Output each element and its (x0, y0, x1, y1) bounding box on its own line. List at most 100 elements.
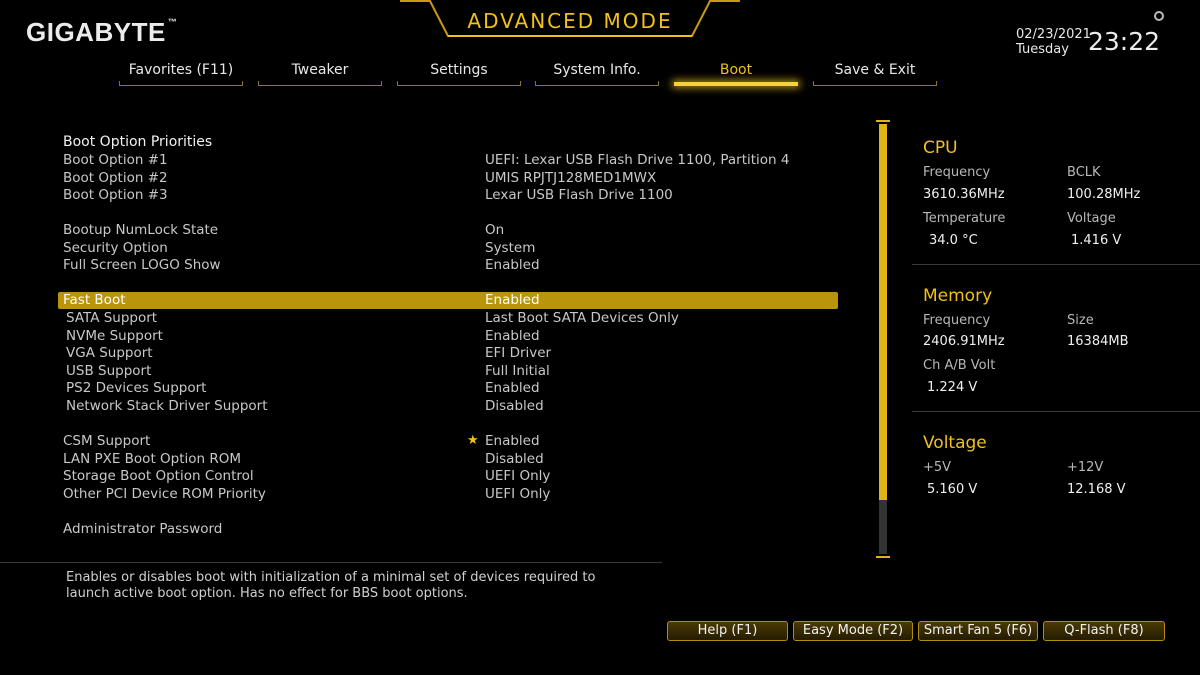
star-icon: ★ (467, 433, 479, 448)
side-divider (912, 411, 1200, 412)
easy-mode-button[interactable]: Easy Mode (F2) (793, 621, 913, 641)
memory-frequency-label: Frequency (923, 313, 991, 328)
memory-frequency-value: 2406.91MHz (923, 334, 1005, 349)
boot-option-2-row[interactable]: Boot Option #2 UMIS RPJTJ128MED1MWX (58, 170, 838, 187)
tab-underline (535, 81, 659, 86)
memory-size-value: 16384MB (1067, 334, 1129, 349)
tab-tweaker[interactable]: Tweaker (258, 62, 382, 86)
tab-underline (258, 81, 382, 86)
help-line-1: Enables or disables boot with initializa… (66, 570, 596, 585)
tab-boot[interactable]: Boot (674, 62, 798, 86)
setting-value: Enabled (485, 292, 540, 308)
day-text: Tuesday (1016, 42, 1069, 57)
scrollbar-thumb[interactable] (879, 124, 887, 500)
setting-value: Last Boot SATA Devices Only (485, 310, 679, 326)
help-divider (0, 562, 662, 563)
setting-value: EFI Driver (485, 345, 552, 361)
tab-underline (674, 82, 798, 86)
setting-value: System (485, 240, 536, 256)
setting-label: Network Stack Driver Support (66, 398, 268, 414)
setting-label: Boot Option #2 (63, 170, 168, 186)
memory-volt-label: Ch A/B Volt (923, 358, 996, 373)
cpu-voltage-label: Voltage (1067, 211, 1116, 226)
boot-option-1-row[interactable]: Boot Option #1 UEFI: Lexar USB Flash Driv… (58, 152, 838, 169)
setting-value: UEFI Only (485, 486, 551, 502)
cpu-frequency-value: 3610.36MHz (923, 187, 1005, 202)
tab-favorites[interactable]: Favorites (F11) (119, 62, 243, 86)
brand-name: GIGABYTE (26, 17, 166, 47)
tab-system-info[interactable]: System Info. (535, 62, 659, 86)
numlock-state-row[interactable]: Bootup NumLock State On (58, 222, 838, 239)
help-button[interactable]: Help (F1) (667, 621, 788, 641)
ps2-support-row[interactable]: PS2 Devices Support Enabled (58, 380, 838, 397)
setting-value: UEFI: Lexar USB Flash Drive 1100, Partit… (485, 152, 790, 168)
security-option-row[interactable]: Security Option System (58, 240, 838, 257)
tab-label: Tweaker (291, 62, 349, 78)
setting-label: NVMe Support (66, 328, 163, 344)
scrollbar-bottom-cap (876, 556, 890, 558)
tab-label: System Info. (553, 62, 641, 78)
boot-option-3-row[interactable]: Boot Option #3 Lexar USB Flash Drive 1100 (58, 187, 838, 204)
gigabyte-logo: GIGABYTE ™ (26, 17, 177, 48)
csm-support-row[interactable]: CSM Support ★ Enabled (58, 433, 838, 450)
setting-label: Boot Option #3 (63, 187, 168, 203)
logo-show-row[interactable]: Full Screen LOGO Show Enabled (58, 257, 838, 274)
setting-label: CSM Support (63, 433, 151, 449)
q-flash-button[interactable]: Q-Flash (F8) (1043, 621, 1165, 641)
setting-value: Enabled (485, 380, 540, 396)
cpu-temperature-value: 34.0 °C (929, 233, 978, 248)
memory-volt-value: 1.224 V (927, 380, 978, 395)
tab-bar: Favorites (F11) Tweaker Settings System … (0, 62, 1200, 88)
side-divider (912, 264, 1200, 265)
setting-label: SATA Support (66, 310, 158, 326)
tab-underline (813, 81, 937, 86)
plus5v-label: +5V (923, 460, 952, 475)
plus12v-label: +12V (1067, 460, 1104, 475)
setting-value: Disabled (485, 451, 544, 467)
other-pci-rom-row[interactable]: Other PCI Device ROM Priority UEFI Only (58, 486, 838, 503)
tab-underline (119, 81, 243, 86)
voltage-heading: Voltage (923, 433, 987, 453)
setting-value: UEFI Only (485, 468, 551, 484)
plus5v-value: 5.160 V (927, 482, 978, 497)
scrollbar[interactable] (876, 120, 890, 558)
tab-save-exit[interactable]: Save & Exit (813, 62, 937, 86)
storage-boot-row[interactable]: Storage Boot Option Control UEFI Only (58, 468, 838, 485)
setting-label: LAN PXE Boot Option ROM (63, 451, 242, 467)
tab-settings[interactable]: Settings (397, 62, 521, 86)
setting-label: Storage Boot Option Control (63, 468, 254, 484)
smart-fan-button[interactable]: Smart Fan 5 (F6) (918, 621, 1038, 641)
date-display: 02/23/2021 Tuesday (1016, 27, 1091, 57)
cpu-voltage-value: 1.416 V (1071, 233, 1122, 248)
cpu-temperature-label: Temperature (923, 211, 1006, 226)
sata-support-row[interactable]: SATA Support Last Boot SATA Devices Only (58, 310, 838, 327)
setting-value: Enabled (485, 257, 540, 273)
fast-boot-row[interactable]: Fast Boot Enabled (58, 292, 838, 309)
setting-value: Enabled (485, 328, 540, 344)
setting-label: Security Option (63, 240, 168, 256)
trademark-mark: ™ (167, 17, 178, 27)
clock: 23:22 (1088, 27, 1161, 56)
tab-label: Save & Exit (834, 62, 916, 78)
memory-heading: Memory (923, 286, 993, 306)
setting-value: Disabled (485, 398, 544, 414)
setting-value: UMIS RPJTJ128MED1MWX (485, 170, 657, 186)
setting-label: PS2 Devices Support (66, 380, 207, 396)
network-stack-row[interactable]: Network Stack Driver Support Disabled (58, 398, 838, 415)
nvme-support-row[interactable]: NVMe Support Enabled (58, 328, 838, 345)
tab-label: Favorites (F11) (128, 62, 234, 78)
bclk-label: BCLK (1067, 165, 1101, 180)
setting-label: Administrator Password (63, 521, 223, 537)
setting-value: Lexar USB Flash Drive 1100 (485, 187, 673, 203)
tab-underline (397, 81, 521, 86)
plus12v-value: 12.168 V (1067, 482, 1126, 497)
lan-pxe-row[interactable]: LAN PXE Boot Option ROM Disabled (58, 451, 838, 468)
help-line-2: launch active boot option. Has no effect… (66, 586, 468, 601)
tab-label: Settings (430, 62, 488, 78)
vga-support-row[interactable]: VGA Support EFI Driver (58, 345, 838, 362)
setting-label: Fast Boot (63, 292, 126, 308)
gear-icon[interactable] (1154, 11, 1164, 21)
setting-label: Other PCI Device ROM Priority (63, 486, 266, 502)
admin-password-row[interactable]: Administrator Password (58, 521, 838, 538)
usb-support-row[interactable]: USB Support Full Initial (58, 363, 838, 380)
